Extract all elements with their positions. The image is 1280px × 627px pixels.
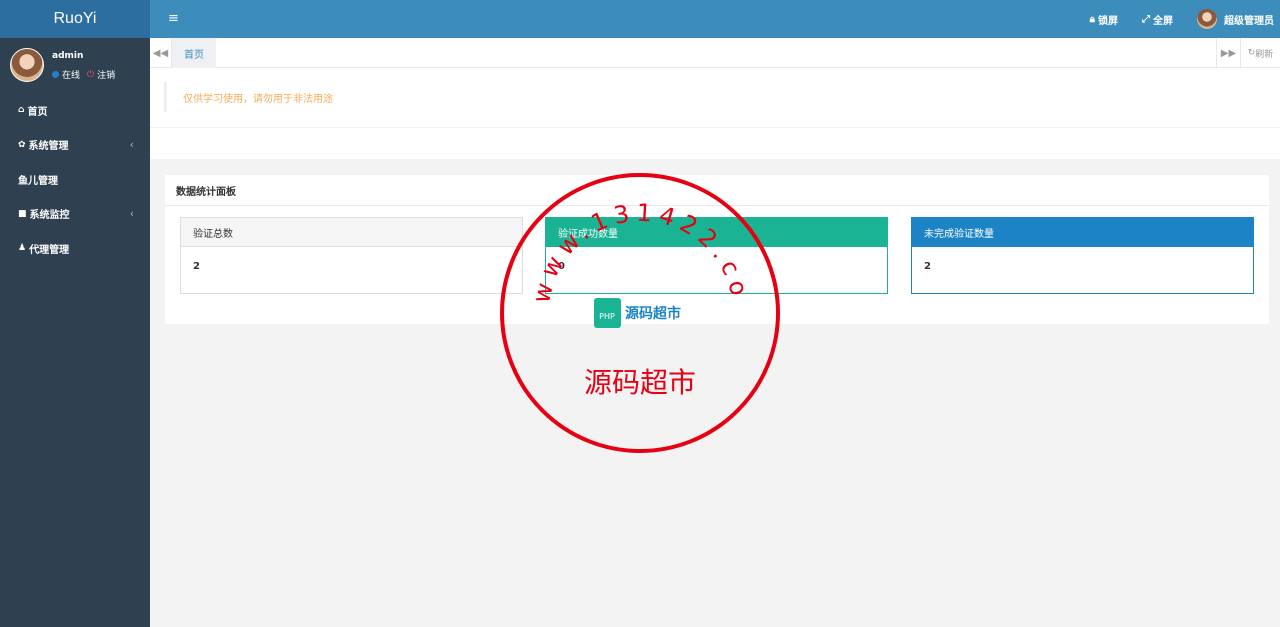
- chevron-left-icon: ‹: [129, 138, 134, 152]
- fullscreen-button[interactable]: ⤢ 全屏: [1142, 12, 1173, 27]
- fullscreen-label: 全屏: [1153, 15, 1173, 27]
- logout-icon[interactable]: ⏻: [87, 70, 94, 80]
- refresh-label: 刷新: [1255, 49, 1274, 60]
- sidebar-item-label: 代理管理: [29, 244, 70, 256]
- divider: [150, 127, 1280, 128]
- stat-card-total: 验证总数 2: [180, 217, 523, 294]
- stat-card-header: 验证成功数量: [546, 218, 887, 247]
- stat-card-header: 验证总数: [181, 218, 522, 247]
- logout-link[interactable]: 注销: [97, 68, 115, 81]
- avatar[interactable]: [10, 48, 44, 82]
- expand-icon: ⤢: [1142, 13, 1150, 25]
- user-menu-label: 超级管理员: [1224, 15, 1274, 27]
- stat-card-value: 2: [924, 261, 931, 272]
- tab-scroll-left-icon[interactable]: ◀◀: [150, 38, 172, 68]
- tab-bar: ◀◀ 首页 ▶▶ ↻ 刷新: [150, 38, 1280, 68]
- refresh-icon: ↻: [1247, 48, 1256, 58]
- sidebar-item-home[interactable]: ⌂ 首页: [0, 93, 150, 128]
- top-header: ≡ 🔒︎ 锁屏 ⤢ 全屏 超级管理员: [150, 0, 1280, 38]
- video-icon: ■: [18, 208, 27, 219]
- refresh-button[interactable]: ↻ 刷新: [1240, 38, 1280, 68]
- sidebar: RuoYi admin 在线 ⏻ 注销 ⌂ 首页 ✿ 系统管理 ‹ 鱼儿管理 ■…: [0, 0, 150, 627]
- sidebar-item-agent[interactable]: ♟ 代理管理: [0, 231, 150, 266]
- stat-card-header: 未完成验证数量: [912, 218, 1253, 247]
- panel-title: 数据统计面板: [165, 175, 1269, 206]
- notice-area: 仅供学习使用，请勿用于非法用途: [150, 68, 1280, 159]
- chevron-left-icon: ‹: [129, 207, 134, 221]
- stat-card-value: 0: [558, 261, 565, 272]
- sidebar-item-monitor[interactable]: ■ 系统监控 ‹: [0, 197, 150, 232]
- notice-text: 仅供学习使用，请勿用于非法用途: [164, 82, 333, 112]
- sidebar-item-label: 系统监控: [29, 210, 70, 222]
- online-label: 在线: [62, 71, 81, 81]
- tab-home[interactable]: 首页: [172, 38, 216, 68]
- sidebar-item-label: 系统管理: [28, 141, 69, 153]
- stat-card-pending: 未完成验证数量 2: [911, 217, 1254, 294]
- user-menu[interactable]: 超级管理员: [1197, 9, 1274, 29]
- tab-scroll-right-icon[interactable]: ▶▶: [1216, 38, 1240, 68]
- user-icon: ♟: [18, 243, 27, 254]
- lock-label: 锁屏: [1098, 15, 1118, 27]
- home-icon: ⌂: [18, 105, 25, 116]
- sidebar-item-label: 鱼儿管理: [18, 175, 58, 187]
- header-actions: 🔒︎ 锁屏 ⤢ 全屏 超级管理员: [1090, 0, 1274, 38]
- user-status: 在线 ⏻ 注销: [52, 68, 115, 81]
- online-dot-icon: [52, 71, 59, 78]
- lock-screen-button[interactable]: 🔒︎ 锁屏: [1090, 12, 1118, 27]
- sidebar-item-fish[interactable]: 鱼儿管理: [0, 162, 150, 197]
- sidebar-nav: ⌂ 首页 ✿ 系统管理 ‹ 鱼儿管理 ■ 系统监控 ‹ ♟ 代理管理: [0, 93, 150, 266]
- user-panel: admin 在线 ⏻ 注销: [0, 38, 150, 88]
- sidebar-item-label: 首页: [27, 106, 48, 118]
- app-logo[interactable]: RuoYi: [0, 0, 150, 38]
- stat-card-success: 验证成功数量 0: [545, 217, 888, 294]
- stat-card-value: 2: [193, 261, 200, 272]
- stats-panel: 数据统计面板 验证总数 2 验证成功数量 0 未完成验证数量 2: [165, 175, 1269, 324]
- menu-toggle-icon[interactable]: ≡: [168, 11, 179, 26]
- user-name: admin: [52, 51, 84, 61]
- sidebar-item-system[interactable]: ✿ 系统管理 ‹: [0, 128, 150, 163]
- stamp-name: 源码超市: [584, 366, 696, 399]
- avatar: [1197, 9, 1217, 29]
- lock-icon: 🔒︎: [1089, 13, 1095, 25]
- gear-icon: ✿: [18, 139, 26, 150]
